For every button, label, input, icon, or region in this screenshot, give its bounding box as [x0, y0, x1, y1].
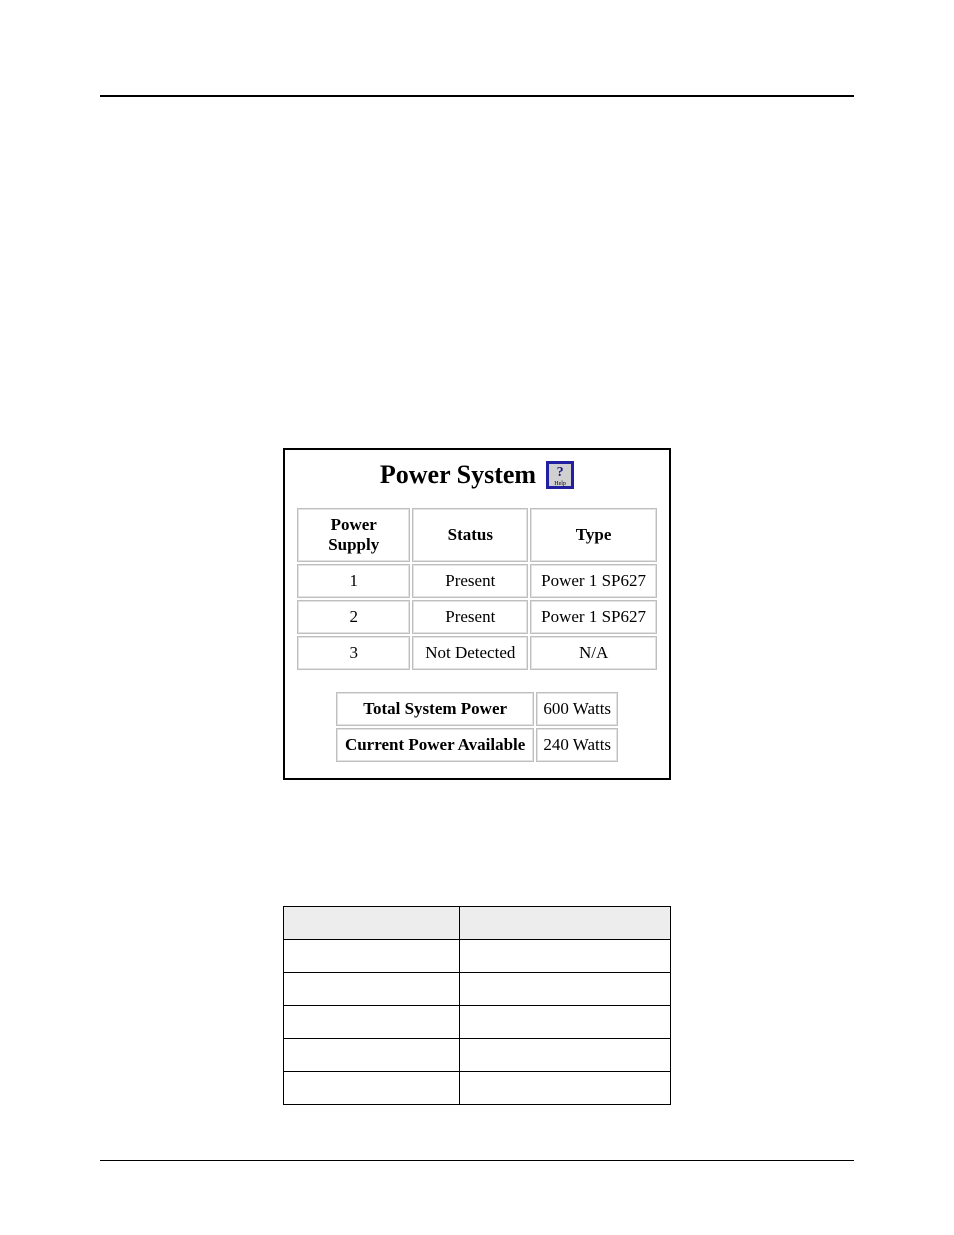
available-power-value: 240 Watts [536, 728, 618, 762]
spec-cell [460, 1039, 671, 1072]
spec-cell [284, 1039, 460, 1072]
cell-ps: 2 [297, 600, 410, 634]
cell-type: N/A [530, 636, 657, 670]
cell-type: Power 1 SP627 [530, 600, 657, 634]
cell-status: Not Detected [412, 636, 528, 670]
spec-cell [284, 1072, 460, 1105]
spec-cell [460, 1072, 671, 1105]
col-header-power-supply: Power Supply [297, 508, 410, 562]
spec-cell [284, 940, 460, 973]
spec-cell [284, 973, 460, 1006]
col-header-type: Type [530, 508, 657, 562]
spec-table [283, 906, 671, 1105]
table-row [284, 1006, 671, 1039]
spec-header-1 [284, 907, 460, 940]
table-row: 2 Present Power 1 SP627 [297, 600, 657, 634]
table-row [284, 940, 671, 973]
help-label: Help [554, 481, 566, 487]
table-header-row [284, 907, 671, 940]
header-rule [100, 95, 854, 97]
help-icon: ? [557, 466, 564, 480]
cell-ps: 1 [297, 564, 410, 598]
panel-title: Power System [380, 460, 536, 490]
table-row [284, 1039, 671, 1072]
cell-status: Present [412, 564, 528, 598]
table-header-row: Power Supply Status Type [297, 508, 657, 562]
help-button[interactable]: ? Help [546, 461, 574, 489]
table-row: Total System Power 600 Watts [336, 692, 618, 726]
page: Power System ? Help Power Supply Status … [0, 0, 954, 1235]
cell-type: Power 1 SP627 [530, 564, 657, 598]
spec-cell [284, 1006, 460, 1039]
spec-header-2 [460, 907, 671, 940]
col-header-status: Status [412, 508, 528, 562]
available-power-label: Current Power Available [336, 728, 534, 762]
table-row [284, 973, 671, 1006]
power-supplies-table: Power Supply Status Type 1 Present Power… [295, 506, 659, 672]
cell-status: Present [412, 600, 528, 634]
panel-header: Power System ? Help [295, 458, 659, 500]
table-row: 3 Not Detected N/A [297, 636, 657, 670]
total-power-label: Total System Power [336, 692, 534, 726]
total-power-value: 600 Watts [536, 692, 618, 726]
power-system-panel: Power System ? Help Power Supply Status … [283, 448, 671, 780]
table-row: Current Power Available 240 Watts [336, 728, 618, 762]
spec-cell [460, 940, 671, 973]
cell-ps: 3 [297, 636, 410, 670]
spec-cell [460, 1006, 671, 1039]
table-row: 1 Present Power 1 SP627 [297, 564, 657, 598]
spec-cell [460, 973, 671, 1006]
power-summary-table: Total System Power 600 Watts Current Pow… [334, 690, 620, 764]
footer-rule [100, 1160, 854, 1161]
table-row [284, 1072, 671, 1105]
